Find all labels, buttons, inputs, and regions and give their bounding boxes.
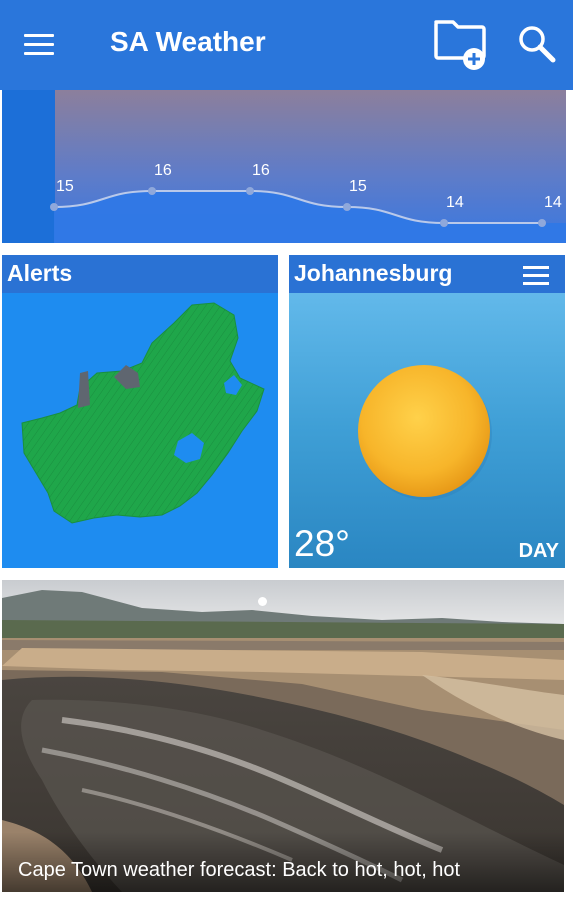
chart-temperature-label: 15: [349, 178, 367, 195]
chart-temperature-label: 14: [446, 194, 464, 211]
chart-point: [50, 203, 58, 211]
news-caption: Cape Town weather forecast: Back to hot,…: [2, 832, 564, 892]
alerts-title: Alerts: [7, 260, 73, 286]
city-weather-card[interactable]: Johannesburg 28° DAY: [289, 255, 565, 568]
city-name: Johannesburg: [294, 260, 453, 286]
chart-point: [246, 187, 254, 195]
alerts-header: Alerts: [2, 255, 278, 293]
south-africa-alerts-map: [21, 302, 265, 524]
search-icon: [519, 26, 556, 63]
city-menu-button[interactable]: [523, 264, 551, 286]
news-headline[interactable]: Cape Town weather forecast: Back to hot,…: [18, 859, 460, 882]
chart-point: [440, 219, 448, 227]
app-title: SA Weather: [110, 26, 266, 57]
menu-button[interactable]: [20, 30, 58, 60]
chart-temperature-label: 14: [544, 194, 562, 211]
search-button[interactable]: [515, 22, 561, 68]
chart-temperature-label: 16: [252, 162, 270, 179]
news-card[interactable]: Cape Town weather forecast: Back to hot,…: [2, 580, 564, 892]
carousel-indicator[interactable]: [258, 597, 267, 606]
chart-point: [538, 219, 546, 227]
alerts-card[interactable]: Alerts: [2, 255, 278, 568]
folder-add-icon: [434, 20, 486, 70]
sun-icon: [358, 365, 492, 500]
forecast-chart-card[interactable]: 15 16 16 15 14 14: [2, 90, 566, 243]
chart-temperature-label: 16: [154, 162, 172, 179]
temperature-chart: 15 16 16 15 14 14: [50, 90, 566, 243]
chart-temperature-label: 15: [56, 178, 74, 195]
add-location-button[interactable]: [430, 16, 490, 72]
city-header: Johannesburg: [289, 255, 565, 293]
period-label: DAY: [518, 540, 559, 562]
app-bar: SA Weather: [0, 0, 573, 90]
current-temperature: 28°: [294, 523, 350, 564]
chart-point: [343, 203, 351, 211]
chart-point: [148, 187, 156, 195]
